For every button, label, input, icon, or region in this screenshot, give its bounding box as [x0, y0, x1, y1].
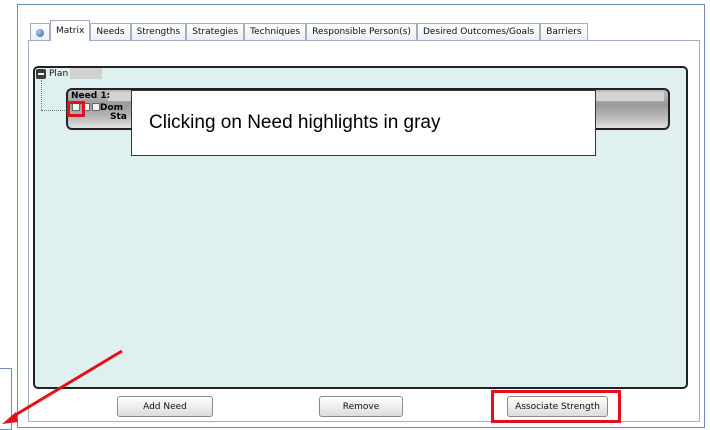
- tab-matrix[interactable]: Matrix: [50, 20, 91, 41]
- red-arrow-icon: [2, 349, 123, 424]
